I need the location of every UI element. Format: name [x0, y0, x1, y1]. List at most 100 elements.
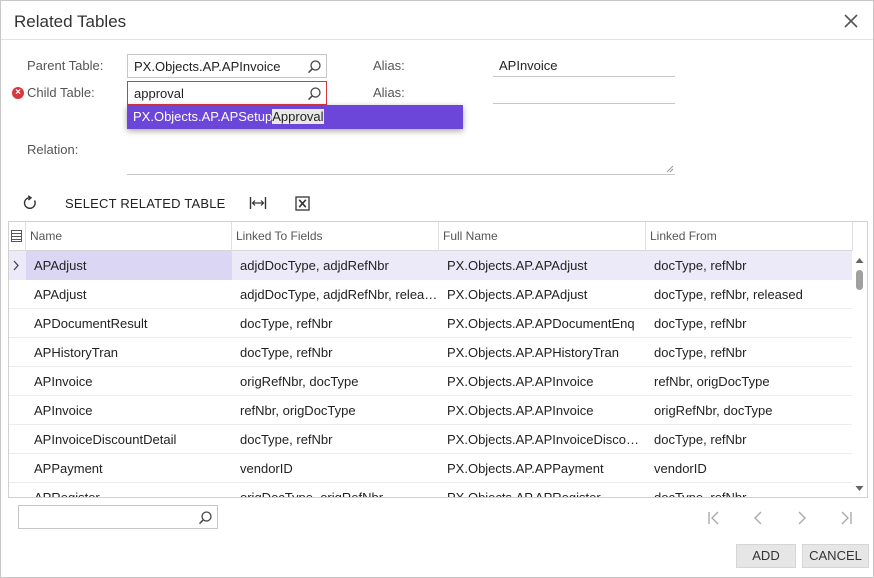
cell-full-name[interactable]: PX.Objects.AP.APAdjust: [439, 280, 646, 309]
cell-name[interactable]: APRegister: [26, 483, 232, 497]
child-table-suggestion[interactable]: PX.Objects.AP.APSetupApproval: [127, 105, 463, 129]
first-page-button[interactable]: [703, 507, 725, 529]
alias-label: Alias:: [373, 58, 405, 73]
related-tables-dialog: Related Tables Parent Table: Alias: APIn…: [0, 0, 874, 578]
cell-name[interactable]: APDocumentResult: [26, 309, 232, 338]
cell-linked-from[interactable]: docType, refNbr: [646, 338, 853, 367]
row-indicator-icon: [9, 251, 26, 280]
close-button[interactable]: [841, 11, 861, 31]
relation-textarea[interactable]: [127, 141, 675, 175]
cell-linked-from[interactable]: docType, refNbr: [646, 483, 853, 497]
cell-full-name[interactable]: PX.Objects.AP.APDocumentEnq: [439, 309, 646, 338]
cell-linked-to[interactable]: adjdDocType, adjdRefNbr: [232, 251, 439, 280]
column-header-linked-from[interactable]: Linked From: [646, 222, 853, 251]
cell-linked-from[interactable]: docType, refNbr: [646, 309, 853, 338]
column-header-name[interactable]: Name: [26, 222, 232, 251]
next-page-button[interactable]: [791, 507, 813, 529]
cell-linked-from[interactable]: origRefNbr, docType: [646, 396, 853, 425]
fit-columns-button[interactable]: [247, 189, 269, 217]
parent-table-label: Parent Table:: [27, 58, 104, 73]
cell-name[interactable]: APAdjust: [26, 280, 232, 309]
cell-linked-from[interactable]: vendorID: [646, 454, 853, 483]
cell-name[interactable]: APInvoiceDiscountDetail: [26, 425, 232, 454]
parent-table-input[interactable]: [128, 55, 326, 77]
cell-full-name[interactable]: PX.Objects.AP.APInvoiceDiscountDetail: [439, 425, 646, 454]
table-row[interactable]: APAdjust adjdDocType, adjdRefNbr PX.Obje…: [9, 251, 853, 280]
export-excel-button[interactable]: [291, 189, 313, 217]
dialog-titlebar: Related Tables: [1, 1, 873, 40]
cell-linked-to[interactable]: origDocType, origRefNbr: [232, 483, 439, 497]
scroll-down-icon[interactable]: [852, 483, 867, 495]
grid-search-field[interactable]: [18, 505, 218, 529]
cell-full-name[interactable]: PX.Objects.AP.APInvoice: [439, 396, 646, 425]
close-icon: [844, 14, 858, 28]
excel-export-icon: [294, 195, 310, 211]
column-header-linked-to[interactable]: Linked To Fields: [232, 222, 439, 251]
cell-full-name[interactable]: PX.Objects.AP.APPayment: [439, 454, 646, 483]
cell-full-name[interactable]: PX.Objects.AP.APHistoryTran: [439, 338, 646, 367]
search-icon[interactable]: [306, 59, 322, 75]
prev-page-button[interactable]: [747, 507, 769, 529]
table-row[interactable]: APDocumentResult docType, refNbr PX.Obje…: [9, 309, 853, 338]
cell-linked-to[interactable]: refNbr, origDocType: [232, 396, 439, 425]
child-table-input[interactable]: [128, 82, 326, 104]
cell-full-name[interactable]: PX.Objects.AP.APAdjust: [439, 251, 646, 280]
search-icon[interactable]: [306, 86, 322, 102]
cancel-button[interactable]: CANCEL: [802, 544, 869, 568]
dialog-title: Related Tables: [14, 12, 127, 31]
cell-linked-to[interactable]: vendorID: [232, 454, 439, 483]
prev-page-icon: [754, 511, 762, 525]
related-tables-grid: Name Linked To Fields Full Name Linked F…: [8, 221, 868, 498]
parent-table-field[interactable]: [127, 54, 327, 78]
cell-name[interactable]: APPayment: [26, 454, 232, 483]
cell-name[interactable]: APHistoryTran: [26, 338, 232, 367]
cell-linked-from[interactable]: docType, refNbr: [646, 251, 853, 280]
table-row[interactable]: APInvoiceDiscountDetail docType, refNbr …: [9, 425, 853, 454]
column-header-full-name[interactable]: Full Name: [439, 222, 646, 251]
alias-child-field[interactable]: [493, 82, 675, 104]
resize-grip-icon[interactable]: [666, 165, 674, 173]
child-table-label: Child Table:: [27, 85, 95, 100]
cell-name[interactable]: APInvoice: [26, 367, 232, 396]
column-chooser-icon: [11, 230, 22, 242]
table-row[interactable]: APAdjust adjdDocType, adjdRefNbr, releas…: [9, 280, 853, 309]
cell-linked-to[interactable]: docType, refNbr: [232, 309, 439, 338]
cell-linked-to[interactable]: adjdDocType, adjdRefNbr, released: [232, 280, 439, 309]
cell-linked-from[interactable]: refNbr, origDocType: [646, 367, 853, 396]
cell-linked-to[interactable]: docType, refNbr: [232, 338, 439, 367]
table-row[interactable]: APInvoice refNbr, origDocType PX.Objects…: [9, 396, 853, 425]
relation-label: Relation:: [27, 142, 79, 157]
table-row[interactable]: APRegister origDocType, origRefNbr PX.Ob…: [9, 483, 853, 497]
cell-full-name[interactable]: PX.Objects.AP.APInvoice: [439, 367, 646, 396]
last-page-button[interactable]: [835, 507, 857, 529]
alias-child-label: Alias:: [373, 85, 405, 100]
next-page-icon: [798, 511, 806, 525]
refresh-icon: [23, 195, 36, 209]
grid-scrollbar[interactable]: [852, 251, 867, 497]
error-icon: ×: [12, 87, 24, 99]
cell-name[interactable]: APAdjust: [26, 251, 232, 280]
fit-columns-icon: [249, 197, 267, 209]
last-page-icon: [841, 511, 852, 525]
table-row[interactable]: APPayment vendorID PX.Objects.AP.APPayme…: [9, 454, 853, 483]
add-button[interactable]: ADD: [736, 544, 796, 568]
suggestion-prefix: PX.Objects.AP.APSetup: [133, 109, 273, 124]
scrollbar-thumb[interactable]: [856, 270, 863, 290]
select-related-table-button[interactable]: SELECT RELATED TABLE: [65, 189, 226, 217]
child-table-field[interactable]: [127, 81, 327, 105]
cell-linked-to[interactable]: docType, refNbr: [232, 425, 439, 454]
suggestion-match: Approval: [272, 109, 324, 124]
search-icon[interactable]: [197, 510, 213, 526]
cell-full-name[interactable]: PX.Objects.AP.APRegister: [439, 483, 646, 497]
cell-linked-from[interactable]: docType, refNbr: [646, 425, 853, 454]
table-row[interactable]: APInvoice origRefNbr, docType PX.Objects…: [9, 367, 853, 396]
refresh-button[interactable]: [19, 189, 41, 217]
cell-name[interactable]: APInvoice: [26, 396, 232, 425]
grid-toolbar: SELECT RELATED TABLE: [1, 189, 874, 217]
column-chooser-button[interactable]: [9, 222, 26, 251]
cell-linked-from[interactable]: docType, refNbr, released: [646, 280, 853, 309]
table-row[interactable]: APHistoryTran docType, refNbr PX.Objects…: [9, 338, 853, 367]
alias-parent-field[interactable]: APInvoice: [493, 55, 675, 77]
scroll-up-icon[interactable]: [852, 254, 867, 266]
cell-linked-to[interactable]: origRefNbr, docType: [232, 367, 439, 396]
